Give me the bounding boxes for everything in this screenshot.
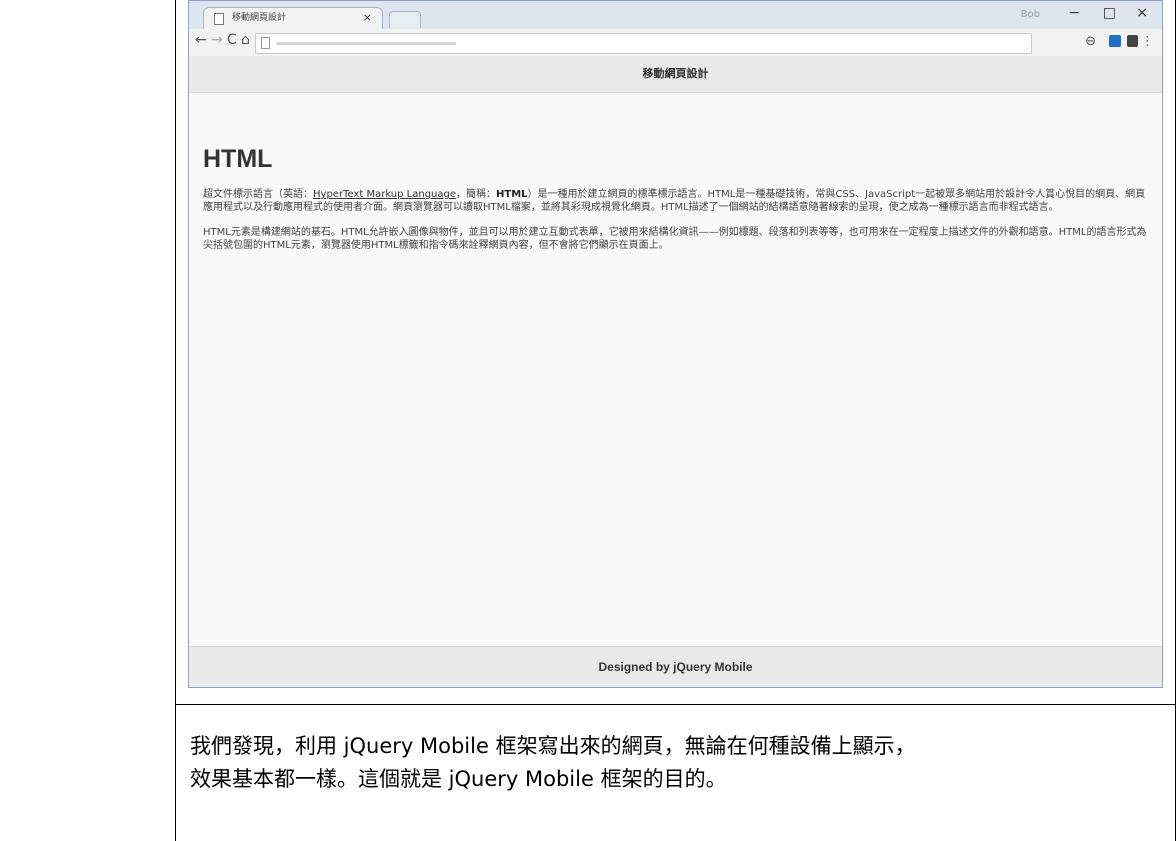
back-arrow-icon[interactable]: ← — [195, 32, 207, 48]
table-row-divider — [175, 704, 1176, 705]
extension-icon[interactable] — [1109, 35, 1121, 47]
tab-close-icon[interactable]: × — [363, 8, 372, 28]
browser-toolbar: ← → C ⌂ ⊖ ⋮ — [189, 29, 1162, 57]
browser-titlebar: 移動網頁設計 × Bob − □ × — [189, 1, 1162, 29]
page-content: HTML 超文件標示語言（英語：HyperText Markup Languag… — [189, 93, 1162, 647]
caption: 我們發現，利用 jQuery Mobile 框架寫出來的網頁，無論在何種設備上顯… — [190, 730, 1170, 796]
address-bar[interactable] — [255, 33, 1032, 54]
extension-icon-2[interactable] — [1127, 35, 1138, 47]
page-icon — [261, 37, 270, 49]
page-heading: HTML — [203, 145, 273, 173]
page-footer: Designed by jQuery Mobile — [189, 646, 1162, 687]
paragraph-1: 超文件標示語言（英語：HyperText Markup Language，簡稱：… — [203, 188, 1148, 214]
document-icon — [214, 13, 224, 25]
p1-text-start: 超文件標示語言（英語： — [203, 189, 313, 200]
menu-icon[interactable]: ⋮ — [1141, 34, 1154, 49]
caption-line-1: 我們發現，利用 jQuery Mobile 框架寫出來的網頁，無論在何種設備上顯… — [190, 734, 916, 758]
close-icon[interactable]: × — [1136, 5, 1148, 21]
home-icon[interactable]: ⌂ — [241, 32, 250, 48]
tab-title: 移動網頁設計 — [232, 13, 287, 23]
blurred-url — [276, 42, 456, 45]
reload-icon[interactable]: C — [227, 32, 237, 48]
p1-abbr: HTML — [496, 189, 528, 200]
page-header: 移動網頁設計 — [189, 56, 1162, 93]
maximize-icon[interactable]: □ — [1103, 5, 1116, 21]
table-border-left — [175, 0, 176, 841]
p1-text-middle: ，簡稱： — [456, 189, 497, 200]
new-tab-button[interactable] — [389, 11, 421, 28]
minimize-icon[interactable]: − — [1068, 5, 1080, 21]
paragraph-2: HTML元素是構建網站的基石。HTML允許嵌入圖像與物件，並且可以用於建立互動式… — [203, 227, 1147, 251]
caption-line-2: 效果基本都一樣。這個就是 jQuery Mobile 框架的目的。 — [190, 767, 727, 791]
hypertext-link[interactable]: HyperText Markup Language — [313, 189, 456, 200]
browser-tab[interactable]: 移動網頁設計 × — [203, 7, 383, 29]
profile-name[interactable]: Bob — [1021, 9, 1040, 20]
browser-screenshot: 移動網頁設計 × Bob − □ × ← → C ⌂ ⊖ ⋮ 移動網頁設計 HT… — [188, 0, 1163, 688]
zoom-icon[interactable]: ⊖ — [1085, 34, 1096, 49]
forward-arrow-icon[interactable]: → — [211, 32, 223, 48]
